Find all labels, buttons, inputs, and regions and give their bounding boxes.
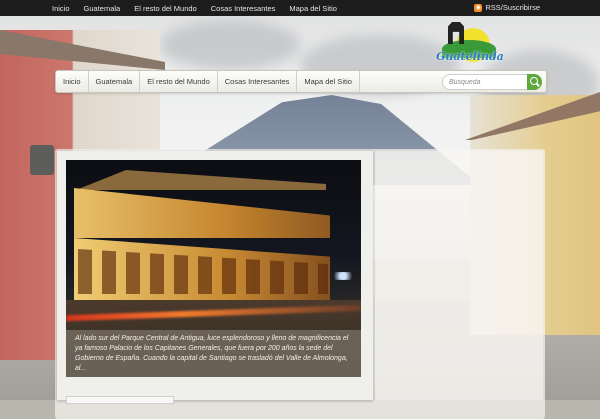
nav-item-mapa-del-sitio[interactable]: Mapa del Sitio	[297, 71, 360, 92]
featured-photo[interactable]: Al lado sur del Parque Central de Antigu…	[66, 160, 361, 377]
top-link-resto-del-mundo[interactable]: El resto del Mundo	[134, 4, 197, 13]
main-navigation: Inicio Guatemala El resto del Mundo Cosa…	[55, 70, 547, 93]
slider-controls[interactable]	[66, 396, 174, 404]
rss-icon: ◉	[474, 3, 483, 12]
search-icon-handle	[536, 82, 540, 87]
sidebar-area	[375, 151, 543, 400]
top-bar: Inicio Guatemala El resto del Mundo Cosa…	[0, 0, 600, 16]
nav-item-cosas-interesantes[interactable]: Cosas Interesantes	[218, 71, 298, 92]
rss-link[interactable]: ◉ RSS/Suscribirse	[474, 3, 540, 12]
top-navigation: Inicio Guatemala El resto del Mundo Cosa…	[52, 4, 351, 13]
nav-item-resto-del-mundo[interactable]: El resto del Mundo	[140, 71, 218, 92]
top-link-cosas-interesantes[interactable]: Cosas Interesantes	[211, 4, 276, 13]
search-input[interactable]	[443, 75, 529, 89]
nav-item-guatemala[interactable]: Guatemala	[89, 71, 141, 92]
site-logo[interactable]: Guatelinda	[436, 20, 504, 68]
search-box	[442, 74, 542, 90]
logo-name: Guatelinda	[436, 50, 504, 63]
top-link-mapa-del-sitio[interactable]: Mapa del Sitio	[289, 4, 337, 13]
distant-lights	[328, 272, 358, 280]
top-link-guatemala[interactable]: Guatemala	[84, 4, 121, 13]
rss-label: RSS/Suscribirse	[485, 3, 540, 12]
nav-item-inicio[interactable]: Inicio	[56, 71, 89, 92]
featured-caption: Al lado sur del Parque Central de Antigu…	[66, 330, 361, 377]
palace-roof	[76, 170, 326, 190]
top-link-inicio[interactable]: Inicio	[52, 4, 70, 13]
palace-upper-floor	[74, 188, 330, 238]
